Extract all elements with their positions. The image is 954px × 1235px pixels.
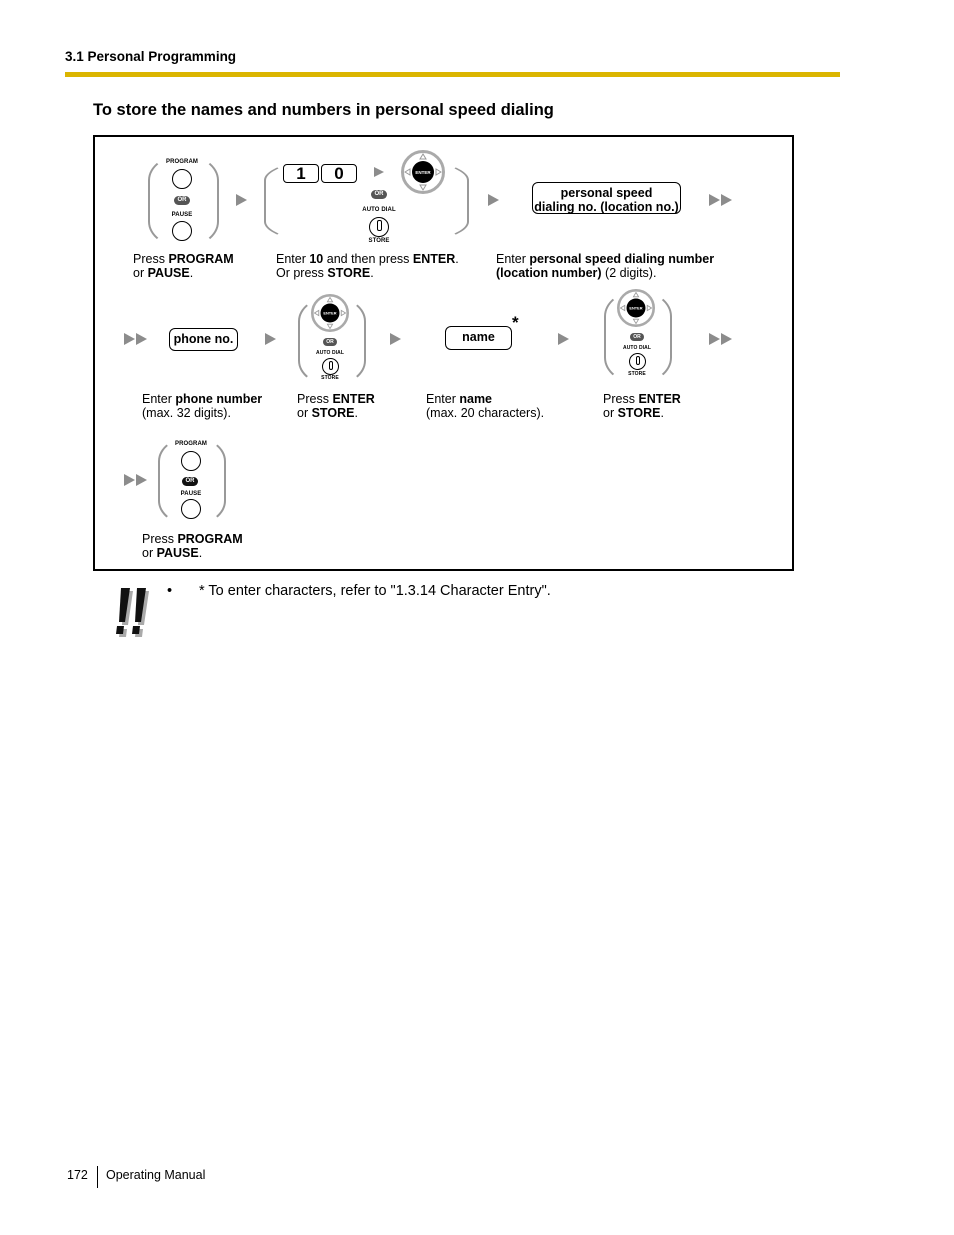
store-label: STORE [628,371,646,377]
navigator-icon: ENTER [617,289,655,327]
step4-caption: Enter phone number (max. 32 digits). [142,392,263,420]
continue-double-arrow-icon [124,474,147,486]
next-arrow-icon [390,333,401,345]
navigator-icon: ENTER [311,294,349,332]
step3-caption: Enter personal speed dialing number (loc… [496,252,715,280]
auto-dial-store-button[interactable] [369,217,389,237]
section-header: 3.1 Personal Programming [65,49,237,64]
navigator-icon: ENTER [401,150,445,194]
note-bullet: • [167,583,173,599]
step2-caption: Enter 10 and then press ENTER. Or press … [276,252,459,280]
auto-dial-store-button[interactable] [322,358,339,375]
dial-key-0[interactable]: 0 [321,164,357,183]
svg-text:ENTER: ENTER [415,170,431,175]
step1-caption: Press PROGRAM or PAUSE. [133,252,234,280]
pause-button[interactable] [181,499,201,519]
next-arrow-icon [236,194,247,206]
store-key-slot-icon [636,356,640,365]
continue-double-arrow-icon [124,333,147,345]
next-arrow-icon [488,194,499,206]
program-label: PROGRAM [165,159,199,165]
footer-separator [97,1166,98,1188]
footer-manual-title: Operating Manual [106,1168,206,1182]
store-key-slot-icon [329,361,333,370]
navigator-enter-key[interactable]: ENTER [401,150,445,194]
note-text: * To enter characters, refer to "1.3.14 … [199,583,551,599]
auto-dial-label: AUTO DIAL [362,207,396,213]
phone-number-field[interactable]: phone no. [169,328,238,351]
auto-dial-store-button[interactable] [629,353,646,370]
or-badge: OR [182,477,198,486]
next-arrow-icon [374,167,384,177]
or-badge: OR [323,338,337,346]
navigator-enter-key[interactable]: ENTER [617,289,655,327]
page-title: To store the names and numbers in person… [93,101,554,119]
header-rule [65,72,840,77]
continue-double-arrow-icon [709,194,732,206]
double-exclamation-icon [113,588,155,640]
or-badge: OR [174,196,190,205]
continue-double-arrow-icon [709,333,732,345]
pause-label: PAUSE [180,491,202,497]
store-label: STORE [368,238,390,244]
next-arrow-icon [265,333,276,345]
next-arrow-icon [558,333,569,345]
program-button[interactable] [172,169,192,189]
auto-dial-label: AUTO DIAL [622,345,652,351]
pause-button[interactable] [172,221,192,241]
auto-dial-label: AUTO DIAL [315,350,345,356]
program-button[interactable] [181,451,201,471]
pause-label: PAUSE [171,212,193,218]
step8-caption: Press PROGRAM or PAUSE. [142,532,243,560]
step6-caption: Enter name (max. 20 characters). [426,392,545,420]
navigator-enter-key[interactable]: ENTER [311,294,349,332]
step5-caption: Press ENTER or STORE. [297,392,375,420]
or-badge: OR [630,333,644,341]
program-label: PROGRAM [174,441,208,447]
store-label: STORE [321,375,339,381]
location-number-field[interactable]: personal speed dialing no. (location no.… [532,182,681,214]
svg-text:ENTER: ENTER [323,311,336,316]
svg-text:ENTER: ENTER [629,306,642,311]
footnote-asterisk: * [512,313,519,332]
or-badge: OR [371,190,387,199]
store-key-slot-icon [377,220,382,231]
dial-key-1[interactable]: 1 [283,164,319,183]
step7-caption: Press ENTER or STORE. [603,392,681,420]
name-field[interactable]: name [445,326,512,350]
page-number: 172 [67,1168,88,1182]
